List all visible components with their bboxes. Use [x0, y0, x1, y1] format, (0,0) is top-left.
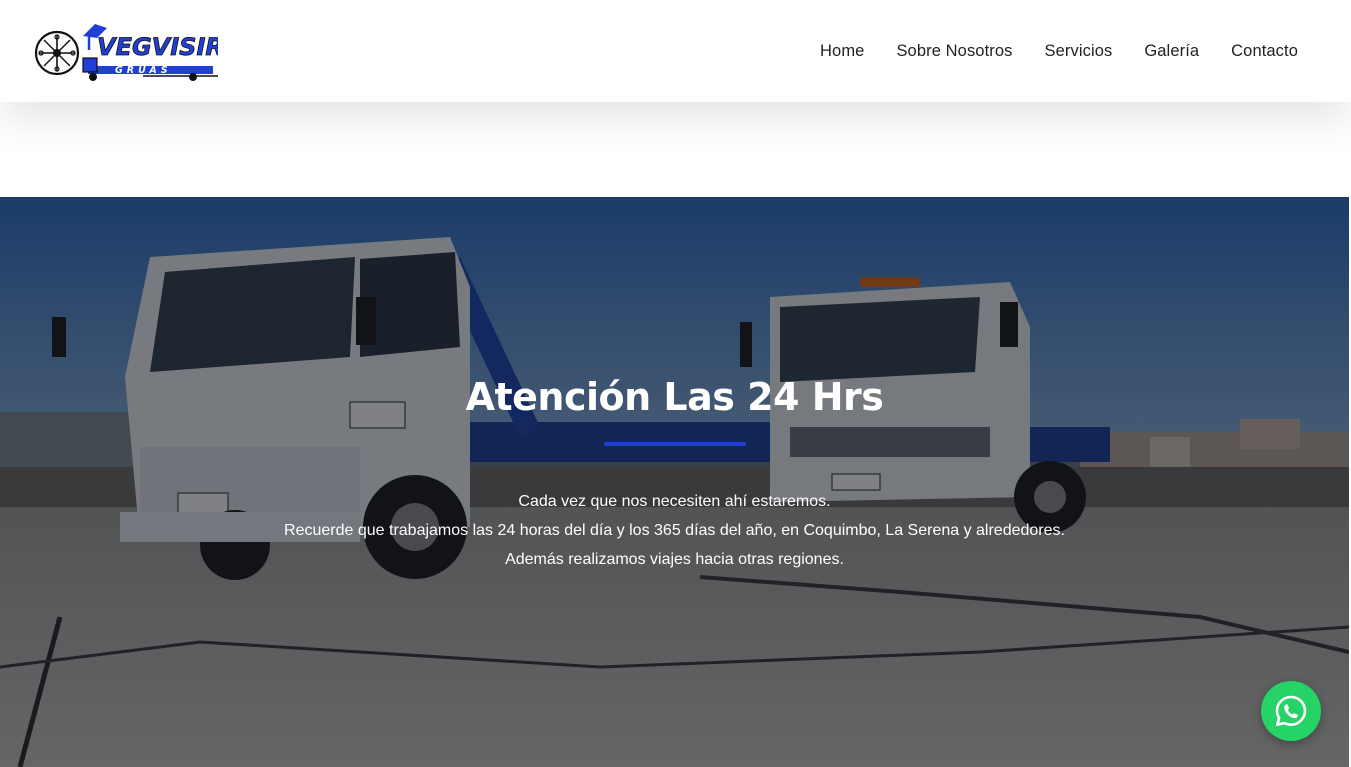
site-logo[interactable]: VEGVISIR GRÚAS: [33, 22, 218, 82]
hero-description-line: Recuerde que trabajamos las 24 horas del…: [284, 522, 1065, 539]
page: VEGVISIR GRÚAS Home Sobre Nosotros Servi…: [0, 0, 1351, 767]
hero-description: Cada vez que nos necesiten ahí estaremos…: [0, 487, 1349, 574]
hero-description-line: Cada vez que nos necesiten ahí estaremos…: [518, 493, 831, 510]
nav-item-sobre-nosotros[interactable]: Sobre Nosotros: [896, 42, 1012, 61]
hero-description-line: Además realizamos viajes hacia otras reg…: [505, 551, 844, 568]
site-header: VEGVISIR GRÚAS Home Sobre Nosotros Servi…: [0, 0, 1351, 102]
whatsapp-button[interactable]: [1261, 681, 1321, 741]
whatsapp-icon: [1275, 695, 1307, 727]
logo-subtitle: GRÚAS: [115, 64, 172, 76]
nav-item-galeria[interactable]: Galería: [1144, 42, 1199, 61]
nav-item-servicios[interactable]: Servicios: [1045, 42, 1113, 61]
hero-dark-overlay: [0, 197, 1349, 767]
logo-wordmark: VEGVISIR: [97, 33, 218, 61]
hero-title-underline: [604, 442, 746, 446]
hero-title: Atención Las 24 Hrs: [465, 375, 884, 419]
main-nav: Home Sobre Nosotros Servicios Galería Co…: [820, 0, 1298, 102]
nav-item-contacto[interactable]: Contacto: [1231, 42, 1298, 61]
nav-item-home[interactable]: Home: [820, 42, 864, 61]
vegvisir-compass-icon: [34, 30, 80, 76]
hero-section: Atención Las 24 Hrs Cada vez que nos nec…: [0, 197, 1349, 767]
